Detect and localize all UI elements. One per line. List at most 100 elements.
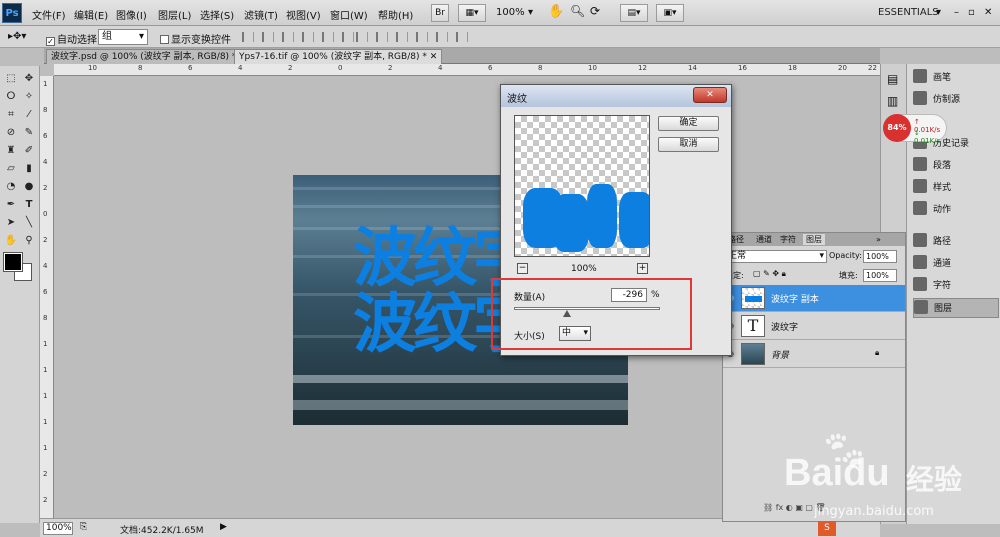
gradient-icon[interactable]: ▮ [22,162,36,176]
path-selection-icon[interactable]: ➤ [4,216,18,230]
brush-tool-icon[interactable]: ✎ [22,126,36,140]
distribute-vcenter-icon[interactable] [376,32,388,42]
blend-mode-select[interactable]: 正常 ▾ [725,250,827,263]
history-brush-icon[interactable]: ✐ [22,144,36,158]
hand-icon[interactable]: ✋ [548,4,564,19]
type-tool-icon[interactable]: T [22,198,36,212]
tab-layers[interactable]: 图层 [803,234,825,245]
tray-s-icon[interactable]: S [818,521,836,536]
zoom-tool-icon[interactable]: ⚲ [22,234,36,248]
panel-icon[interactable]: ▥ [887,94,898,108]
ok-button[interactable]: 确定 [658,116,719,131]
eraser-icon[interactable]: ▱ [4,162,18,176]
panel-channels[interactable]: 通道 [913,254,999,274]
distribute-right-icon[interactable] [456,32,468,42]
menu-filter[interactable]: 滤镜(T) [244,7,278,22]
crop-tool-icon[interactable]: ⌗ [4,108,18,122]
eyedropper-icon[interactable]: ⁄ [22,108,36,122]
panel-collapse-icon[interactable]: » [873,234,884,245]
auto-select-dropdown[interactable]: 组 ▾ [98,29,148,45]
distribute-bottom-icon[interactable] [396,32,408,42]
dodge-tool-icon[interactable]: ● [22,180,36,194]
ruler-tick: 4 [43,262,48,270]
tab-close-icon[interactable]: ✕ [430,52,438,62]
align-left-icon[interactable] [302,32,314,42]
menu-window[interactable]: 窗口(W) [330,7,368,22]
ruler-tick: 0 [338,64,343,72]
hand-tool-icon[interactable]: ✋ [4,234,18,248]
lasso-tool-icon[interactable]: ⵔ [4,90,18,104]
ruler-tick: 12 [638,64,647,72]
panel-character[interactable]: 字符 [913,276,999,296]
align-top-icon[interactable] [242,32,254,42]
distribute-top-icon[interactable] [356,32,368,42]
panel-clone-source[interactable]: 仿制源 [913,90,999,110]
show-transform-checkbox[interactable]: 显示变换控件 [160,31,231,46]
tab-document-1[interactable]: 波纹字.psd @ 100% (波纹字 副本, RGB/8) * ✕ [46,49,252,64]
dialog-close-button[interactable]: ✕ [693,87,727,103]
panel-paragraph[interactable]: 段落 [913,156,999,176]
screen-mode-button[interactable]: ▣▾ [656,4,684,22]
panel-label: 样式 [933,183,952,193]
foreground-color-swatch[interactable] [3,252,23,272]
document-tabs: 波纹字.psd @ 100% (波纹字 副本, RGB/8) * ✕ Yps7-… [44,48,880,64]
distribute-hcenter-icon[interactable] [436,32,448,42]
panel-actions[interactable]: 动作 [913,200,999,220]
pen-tool-icon[interactable]: ✒ [4,198,18,212]
restore-icon[interactable]: ▫ [968,7,975,18]
menu-edit[interactable]: 编辑(E) [74,7,108,22]
layer-row[interactable]: ◉ T 波纹字 [723,313,905,340]
panel-brush[interactable]: 画笔 [913,68,999,88]
panel-paths[interactable]: 路径 [913,232,999,252]
layer-row[interactable]: ◉ 波纹字 副本 [723,285,905,312]
align-bottom-icon[interactable] [282,32,294,42]
filter-preview[interactable] [514,115,650,257]
tab-channels[interactable]: 通道 [753,234,775,245]
panel-layers[interactable]: 图层 [913,298,999,318]
zoom-in-button[interactable]: + [637,263,648,274]
panel-icon[interactable]: ▤ [887,72,898,86]
menu-layer[interactable]: 图层(L) [158,7,191,22]
menu-help[interactable]: 帮助(H) [378,7,413,22]
menu-view[interactable]: 视图(V) [286,7,321,22]
zoom-level-menu[interactable]: 100% [496,7,525,18]
zoom-icon[interactable]: 🔍︎ [570,4,585,18]
fill-input[interactable]: 100% [863,269,897,282]
auto-select-checkbox[interactable]: ✓ 自动选择: [46,31,100,46]
panel-styles[interactable]: 样式 [913,178,999,198]
move-tool-icon[interactable]: ✥ [22,72,36,86]
close-icon[interactable]: ✕ [984,7,992,18]
tab-character[interactable]: 字符 [777,234,799,245]
workspace-switcher[interactable]: ESSENTIALS [878,7,939,18]
preview-zoom-level: 100% [571,264,597,274]
zoom-out-button[interactable]: − [517,263,528,274]
bridge-button[interactable]: Br [431,4,449,22]
status-menu-arrow-icon[interactable]: ▶ [220,522,227,532]
thumbnail-text-blob [745,296,762,302]
cancel-button[interactable]: 取消 [658,137,719,152]
magic-wand-icon[interactable]: ✧ [22,90,36,104]
blur-tool-icon[interactable]: ◔ [4,180,18,194]
zoom-field[interactable]: 100% [43,522,73,535]
distribute-left-icon[interactable] [416,32,428,42]
layer-row[interactable]: ◉ 背景 🔒︎ [723,341,905,368]
line-tool-icon[interactable]: ╲ [22,216,36,230]
menu-image[interactable]: 图像(I) [116,7,147,22]
arrange-documents-button[interactable]: ▤▾ [620,4,648,22]
menu-file[interactable]: 文件(F) [32,7,66,22]
minimize-icon[interactable]: – [954,7,959,18]
align-vcenter-icon[interactable] [262,32,274,42]
view-extras-button[interactable]: ▦▾ [458,4,486,22]
align-hcenter-icon[interactable] [322,32,334,42]
healing-brush-icon[interactable]: ⊘ [4,126,18,140]
clone-stamp-icon[interactable]: ♜ [4,144,18,158]
tab-document-2[interactable]: Yps7-16.tif @ 100% (波纹字 副本, RGB/8) * ✕ [234,49,443,64]
marquee-tool-icon[interactable]: ⬚ [4,72,18,86]
status-options-icon[interactable]: ⎘ [80,522,87,532]
menu-select[interactable]: 选择(S) [200,7,234,22]
lock-icons[interactable]: ▢ ✎ ✥ 🔒︎ [753,269,786,279]
move-tool-icon[interactable]: ▸✥▾ [8,31,26,42]
align-right-icon[interactable] [342,32,354,42]
opacity-input[interactable]: 100% [863,250,897,263]
rotate-view-icon[interactable]: ⟳ [590,4,600,18]
